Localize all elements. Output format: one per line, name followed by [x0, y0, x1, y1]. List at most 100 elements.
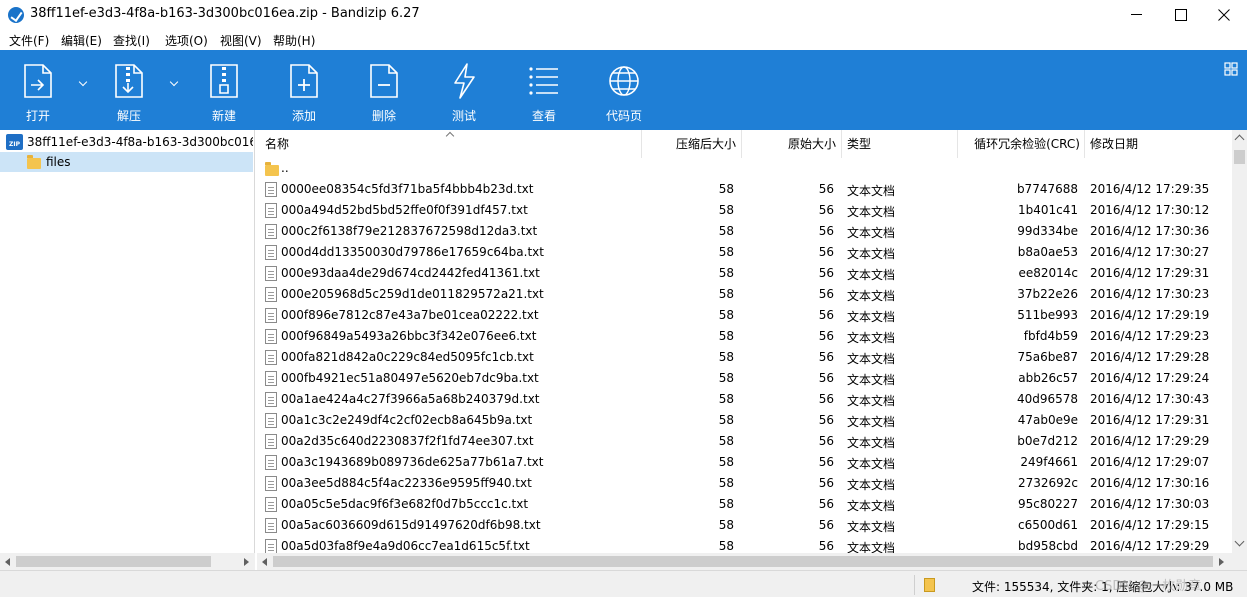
column-modified-header[interactable]: 修改日期: [1090, 130, 1138, 158]
file-type: 文本文档: [847, 205, 896, 219]
file-row[interactable]: 00a1c3c2e249df4c2cf02ecb8a645b9a.txt 58 56…: [257, 410, 1232, 431]
bandizip-app-icon[interactable]: [8, 7, 24, 23]
file-type: 文本文档: [847, 289, 896, 303]
file-crc: 40d96578: [1016, 392, 1078, 406]
scroll-left-icon[interactable]: [262, 558, 267, 566]
file-row[interactable]: 000a494d52bd5bd52ffe0f0f391df457.txt 58 56…: [257, 200, 1232, 221]
file-row[interactable]: 000c2f6138f79e212837672598d12da3.txt 58 56…: [257, 221, 1232, 242]
extract-label: 解压: [116, 109, 141, 123]
file-row[interactable]: 00a1ae424a4c27f3966a5a68b240379d.txt 58 56…: [257, 389, 1232, 410]
file-compressed-size: 58: [718, 224, 734, 238]
file-type: 文本文档: [847, 247, 896, 261]
column-divider[interactable]: [641, 130, 642, 158]
file-name: 000e93daa4de29d674cd2442fed41361.txt: [281, 266, 540, 280]
column-name-header[interactable]: 名称: [265, 130, 289, 158]
file-type: 文本文档: [847, 268, 896, 282]
file-compressed-size: 58: [718, 539, 734, 553]
parent-folder-row[interactable]: ..: [257, 158, 1232, 179]
column-type-header[interactable]: 类型: [847, 130, 871, 158]
add-button[interactable]: 添加: [271, 50, 337, 130]
scroll-left-icon[interactable]: [5, 558, 10, 566]
file-crc: abb26c57: [1018, 371, 1078, 385]
globe-icon: [609, 66, 639, 96]
file-crc: 95c80227: [1017, 497, 1078, 511]
minimize-button[interactable]: [1113, 0, 1159, 30]
file-modified-date: 2016/4/12 17:30:12: [1090, 203, 1210, 217]
scroll-up-icon[interactable]: [1234, 134, 1245, 145]
file-row[interactable]: 00a05c5e5dac9f6f3e682f0d7b5ccc1c.txt 58 56…: [257, 494, 1232, 515]
file-list-horizontal-scrollbar[interactable]: [257, 553, 1247, 570]
tree-horizontal-scrollbar[interactable]: [0, 553, 255, 570]
column-compressed-header[interactable]: 压缩后大小: [657, 130, 736, 158]
tree-scroll-thumb[interactable]: [16, 556, 211, 567]
file-row[interactable]: 000e205968d5c259d1de011829572a21.txt 58 56…: [257, 284, 1232, 305]
close-icon: [1218, 9, 1230, 21]
layout-grid-icon[interactable]: [1224, 62, 1238, 76]
close-button[interactable]: [1201, 0, 1247, 30]
view-button[interactable]: 查看: [511, 50, 577, 130]
file-type: 文本文档: [847, 415, 896, 429]
new-archive-button[interactable]: 新建: [191, 50, 257, 130]
maximize-button[interactable]: [1157, 0, 1203, 30]
scroll-right-icon[interactable]: [1219, 558, 1224, 566]
folder-icon: [27, 155, 41, 169]
file-row[interactable]: 00a5ac6036609d615d91497620df6b98.txt 58 56…: [257, 515, 1232, 536]
column-divider[interactable]: [957, 130, 958, 158]
file-compressed-size: 58: [718, 413, 734, 427]
delete-file-icon: [370, 64, 398, 98]
file-type: 文本文档: [847, 373, 896, 387]
menu-help[interactable]: 帮助(H): [273, 32, 315, 49]
delete-button[interactable]: 删除: [351, 50, 417, 130]
menu-options[interactable]: 选项(O): [165, 32, 208, 49]
file-row[interactable]: 000f96849a5493a26bbc3f342e076ee6.txt 58 56…: [257, 326, 1232, 347]
file-compressed-size: 58: [718, 203, 734, 217]
scroll-right-icon[interactable]: [244, 558, 249, 566]
menu-file[interactable]: 文件(F): [9, 32, 49, 49]
menu-find[interactable]: 查找(I): [113, 32, 150, 49]
test-button[interactable]: 测试: [431, 50, 497, 130]
open-icon: [24, 64, 52, 98]
list-scroll-thumb[interactable]: [273, 556, 1213, 567]
file-row[interactable]: 000e93daa4de29d674cd2442fed41361.txt 58 56…: [257, 263, 1232, 284]
file-modified-date: 2016/4/12 17:29:23: [1090, 329, 1210, 343]
menu-view[interactable]: 视图(V): [220, 32, 262, 49]
file-original-size: 56: [818, 350, 834, 364]
zip-archive-icon: ZIP: [6, 134, 23, 150]
file-row[interactable]: 00a2d35c640d2230837f2f1fd74ee307.txt 58 56…: [257, 431, 1232, 452]
scroll-down-icon[interactable]: [1234, 536, 1245, 547]
file-row[interactable]: 000fb4921ec51a80497e5620eb7dc9ba.txt 58 56…: [257, 368, 1232, 389]
file-row[interactable]: 0000ee08354c5fd3f71ba5f4bbb4b23d.txt 58 56…: [257, 179, 1232, 200]
codepage-button[interactable]: 代码页: [591, 50, 657, 130]
file-row[interactable]: 00a5d03fa8f9e4a9d06cc7ea1d615c5f.txt 58 56…: [257, 536, 1232, 553]
file-row[interactable]: 00a3c1943689b089736de625a77b61a7.txt 58 56…: [257, 452, 1232, 473]
file-original-size: 56: [818, 371, 834, 385]
extract-button[interactable]: 解压: [96, 50, 162, 130]
extract-dropdown-chevron-icon[interactable]: [168, 78, 180, 90]
file-original-size: 56: [818, 287, 834, 301]
text-file-icon: [265, 182, 277, 197]
file-modified-date: 2016/4/12 17:30:36: [1090, 224, 1210, 238]
menu-edit[interactable]: 编辑(E): [61, 32, 102, 49]
open-button[interactable]: 打开: [5, 50, 71, 130]
file-original-size: 56: [818, 392, 834, 406]
column-divider[interactable]: [841, 130, 842, 158]
column-divider[interactable]: [1084, 130, 1085, 158]
file-crc: 249f4661: [1020, 455, 1078, 469]
file-row[interactable]: 000f896e7812c87e43a7be01cea02222.txt 58 56…: [257, 305, 1232, 326]
column-divider[interactable]: [741, 130, 742, 158]
file-modified-date: 2016/4/12 17:30:16: [1090, 476, 1210, 490]
text-file-icon: [265, 287, 277, 302]
open-dropdown-chevron-icon[interactable]: [77, 78, 89, 90]
file-list-vertical-scrollbar[interactable]: [1232, 130, 1247, 553]
tree-item-files[interactable]: files: [0, 152, 253, 172]
file-row[interactable]: 00a3ee5d884c5f4ac22336e9595ff940.txt 58 56…: [257, 473, 1232, 494]
column-crc-header[interactable]: 循环冗余检验(CRC): [963, 130, 1080, 158]
text-file-icon: [265, 413, 277, 428]
column-original-header[interactable]: 原始大小: [747, 130, 836, 158]
vertical-scroll-thumb[interactable]: [1234, 150, 1245, 164]
file-row[interactable]: 000fa821d842a0c229c84ed5095fc1cb.txt 58 56…: [257, 347, 1232, 368]
tree-root-item[interactable]: ZIP 38ff11ef-e3d3-4f8a-b163-3d300bc016ea…: [0, 132, 253, 152]
codepage-label: 代码页: [605, 109, 642, 123]
file-type: 文本文档: [847, 331, 896, 345]
file-row[interactable]: 000d4dd13350030d79786e17659c64ba.txt 58 56…: [257, 242, 1232, 263]
